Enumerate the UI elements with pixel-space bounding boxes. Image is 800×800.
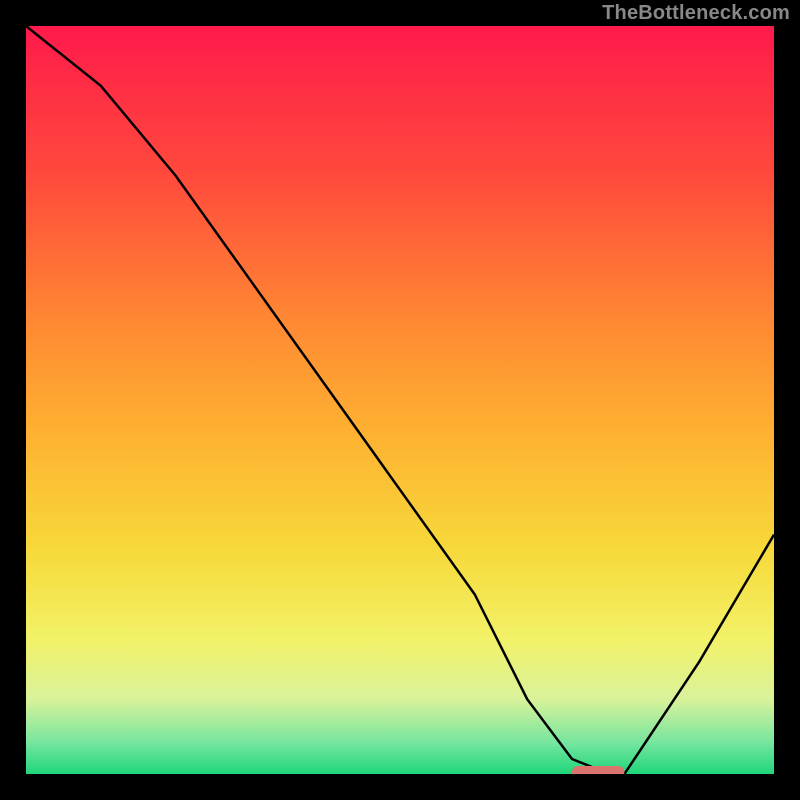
chart-plot-area xyxy=(26,26,774,774)
watermark-text: TheBottleneck.com xyxy=(602,2,790,25)
optimal-range-marker xyxy=(572,766,624,774)
bottleneck-curve xyxy=(26,26,774,774)
chart-frame xyxy=(26,26,774,774)
